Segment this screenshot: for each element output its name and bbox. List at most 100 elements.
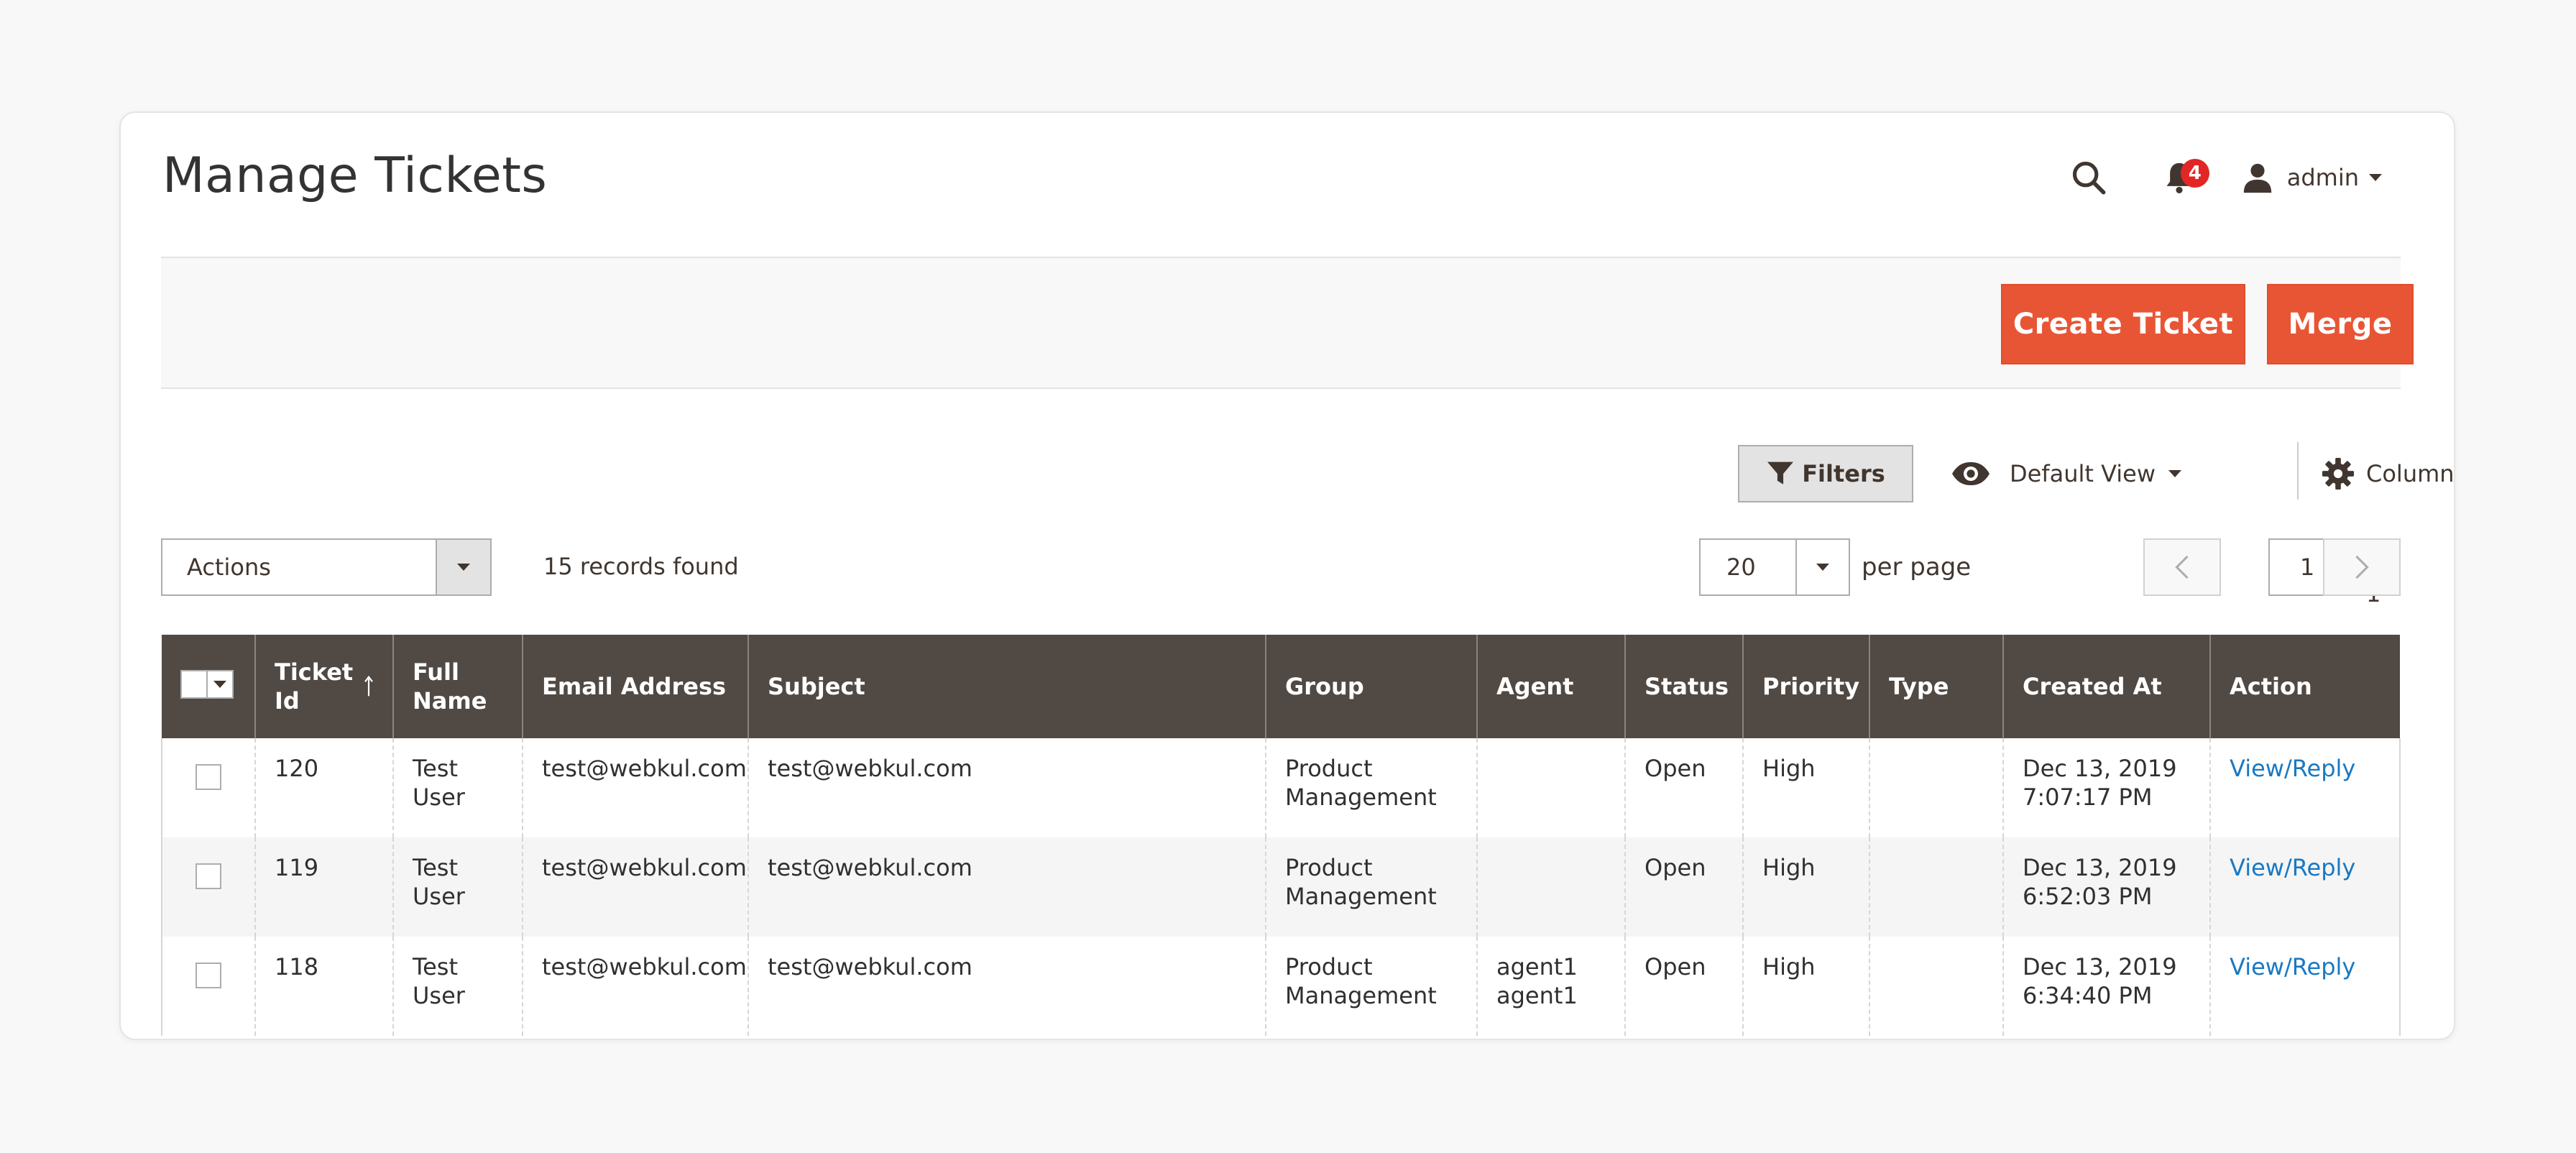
action-cell: View/Reply [2209,738,2401,837]
group-line: Product [1285,854,1373,881]
group-line: Management [1285,982,1437,1009]
toolbar-divider [2297,442,2299,500]
email-cell: test@webkul.com [522,937,748,1036]
agent-cell: agent1 agent1 [1476,937,1625,1036]
view-reply-link[interactable]: View/Reply [2230,953,2355,980]
priority-cell: High [1742,738,1869,837]
view-reply-link[interactable]: View/Reply [2230,755,2355,782]
full-name-line: User [413,982,465,1009]
group-line: Management [1285,784,1437,811]
filter-icon [1767,461,1794,484]
created-time: 7:07:17 PM [2023,784,2153,811]
created-date: Dec 13, 2019 [2023,755,2177,782]
full-name-cell: Test User [392,837,523,937]
user-menu[interactable]: admin [2241,161,2382,194]
full-name-line: Test [413,953,459,980]
email-cell: test@webkul.com [522,738,748,837]
agent-cell [1476,738,1625,837]
full-name-header-label: Full Name [413,658,487,715]
filters-button[interactable]: Filters [1738,445,1913,502]
grid-toolbar-bottom: Actions 15 records found 20 per page of … [161,538,2401,607]
per-page-label: per page [1862,553,1972,582]
group-line: Product [1285,755,1373,782]
mass-actions-select[interactable]: Actions [161,538,492,596]
row-checkbox[interactable] [196,963,221,988]
notifications-button[interactable]: 4 [2156,155,2209,201]
mass-select-checkbox[interactable] [180,669,234,699]
mass-select-box [182,671,208,697]
ticket-id-cell: 118 [254,937,393,1036]
column-header-created-at[interactable]: Created At [2002,635,2210,738]
group-cell: Product Management [1265,837,1477,937]
columns-label: Columns [2366,460,2455,487]
grid-toolbar-top: Filters Default View Column [161,442,2454,507]
user-name: admin [2286,164,2359,191]
priority-cell: High [1742,837,1869,937]
header-tools: 4 admin [2066,149,2382,206]
columns-control[interactable]: Columns [2322,445,2455,502]
view-label: Default View [2010,460,2156,487]
status-cell: Open [1624,937,1743,1036]
admin-panel: Manage Tickets 4 admin Create Ticket Mer… [119,111,2455,1040]
created-time: 6:34:40 PM [2023,982,2153,1009]
column-header-group[interactable]: Group [1265,635,1477,738]
row-select-cell [161,837,255,937]
column-header-type[interactable]: Type [1869,635,2003,738]
created-date: Dec 13, 2019 [2023,854,2177,881]
page-actions-bar: Create Ticket Merge [161,257,2414,389]
type-cell [1869,837,2003,937]
merge-button[interactable]: Merge [2267,284,2414,364]
chevron-left-icon [2175,555,2189,579]
select-arrow [436,540,490,594]
type-cell [1869,937,2003,1036]
select-arrow [1795,540,1849,594]
column-header-status[interactable]: Status [1624,635,1743,738]
row-select-cell [161,937,255,1036]
agent-line: agent1 [1496,982,1578,1009]
eye-icon [1952,462,1990,485]
column-header-full-name[interactable]: Full Name [392,635,523,738]
created-date: Dec 13, 2019 [2023,953,2177,980]
create-ticket-button[interactable]: Create Ticket [2001,284,2245,364]
user-icon [2243,163,2271,193]
created-at-cell: Dec 13, 2019 6:52:03 PM [2002,837,2210,937]
chevron-down-icon [2369,174,2382,181]
subject-cell: test@webkul.com [748,837,1266,937]
mass-select-arrow [208,680,232,688]
view-reply-link[interactable]: View/Reply [2230,854,2355,881]
table-row: 119 Test User test@webkul.com test@webkul… [161,837,2401,937]
column-header-action: Action [2209,635,2400,738]
group-line: Management [1285,883,1437,910]
row-checkbox[interactable] [196,764,221,790]
agent-line: agent1 [1496,953,1578,980]
action-cell: View/Reply [2209,837,2401,937]
email-cell: test@webkul.com [522,837,748,937]
full-name-line: User [413,883,465,910]
full-name-cell: Test User [392,738,523,837]
group-cell: Product Management [1265,738,1477,837]
subject-cell: test@webkul.com [748,937,1266,1036]
created-time: 6:52:03 PM [2023,883,2153,910]
created-at-cell: Dec 13, 2019 7:07:17 PM [2002,738,2210,837]
column-header-priority[interactable]: Priority [1742,635,1869,738]
column-header-email[interactable]: Email Address [522,635,748,738]
full-name-cell: Test User [392,937,523,1036]
row-checkbox[interactable] [196,863,221,889]
per-page-select[interactable]: 20 [1699,538,1850,596]
table-row: 120 Test User test@webkul.com test@webkul… [161,738,2401,837]
ticket-id-header-inner: Ticket Id [275,658,374,715]
view-switcher[interactable]: Default View [1951,445,2182,502]
previous-page-button[interactable] [2143,538,2221,596]
filters-label: Filters [1802,460,1885,487]
sort-arrow-up-icon [364,676,373,697]
ticket-id-cell: 120 [254,738,393,837]
column-header-ticket-id[interactable]: Ticket Id [254,635,393,738]
type-cell [1869,738,2003,837]
action-cell: View/Reply [2209,937,2401,1036]
column-header-agent[interactable]: Agent [1476,635,1625,738]
search-button[interactable] [2066,155,2112,201]
page-title: Manage Tickets [162,147,548,204]
subject-cell: test@webkul.com [748,738,1266,837]
next-page-button[interactable] [2323,538,2401,596]
column-header-subject[interactable]: Subject [748,635,1266,738]
